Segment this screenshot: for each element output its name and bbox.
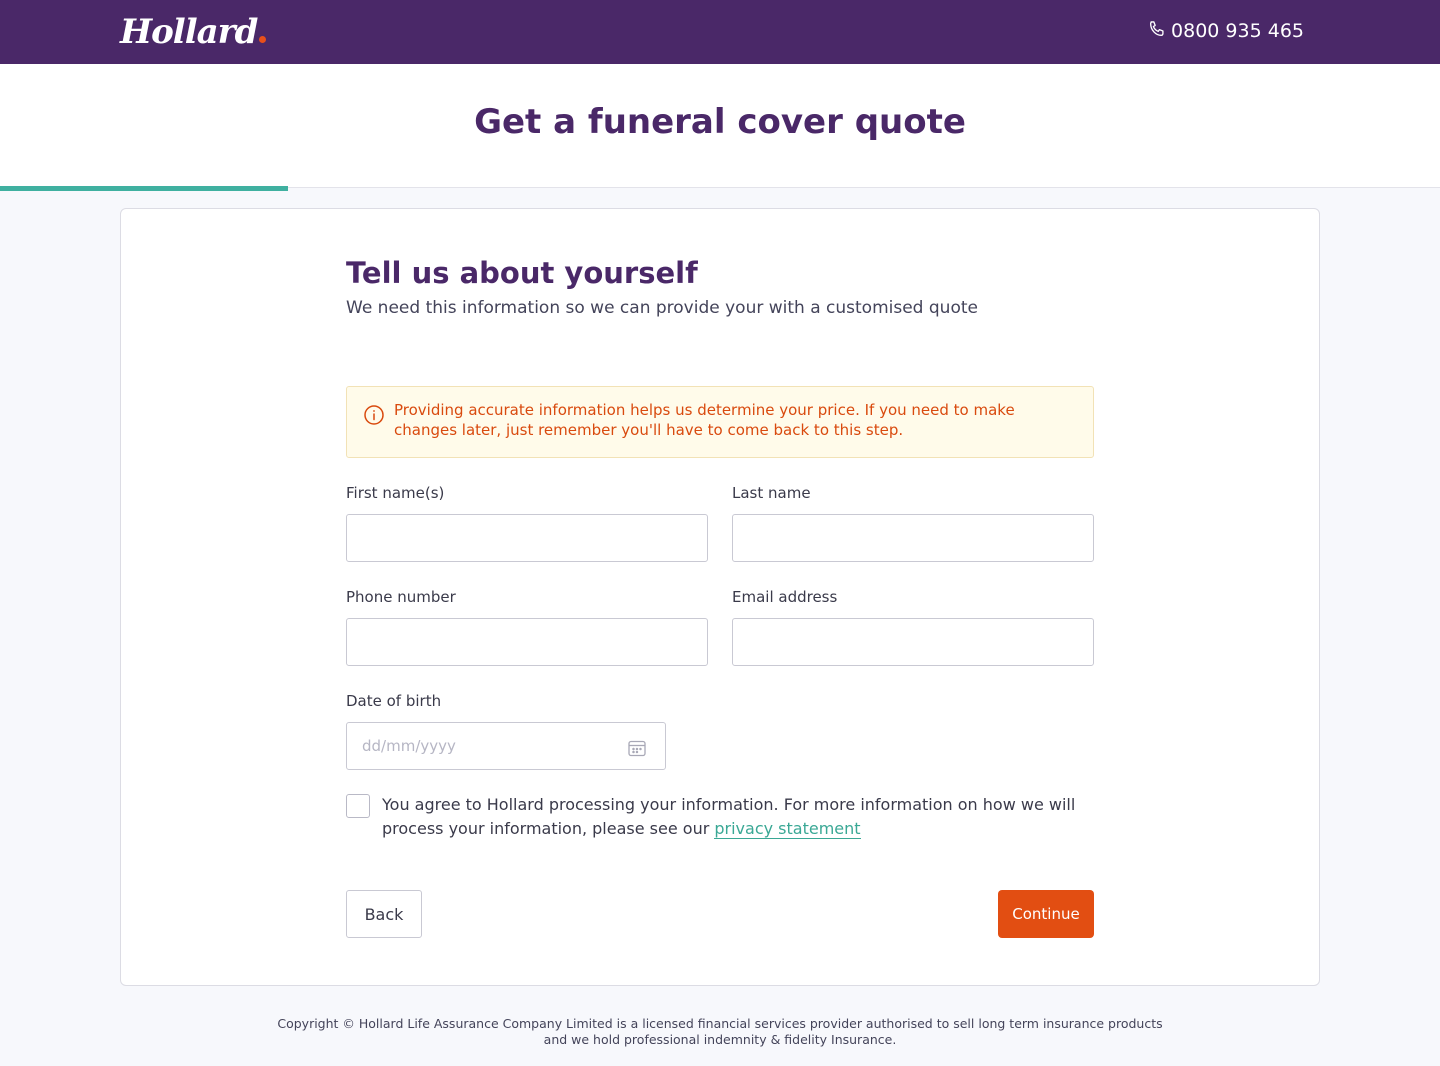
page-title: Get a funeral cover quote	[474, 102, 966, 142]
section-subtitle: We need this information so we can provi…	[346, 298, 978, 318]
notice-text: Providing accurate information helps us …	[394, 401, 1015, 439]
logo-text: Hollard	[120, 12, 258, 52]
privacy-statement-link[interactable]: privacy statement	[714, 819, 861, 839]
continue-button[interactable]: Continue	[998, 890, 1094, 938]
last-name-input[interactable]	[732, 514, 1094, 562]
calendar-icon[interactable]	[627, 738, 647, 758]
hollard-logo[interactable]: Hollard	[120, 12, 267, 52]
phone-icon	[1147, 19, 1167, 44]
back-button[interactable]: Back	[346, 890, 422, 938]
footer: Copyright © Hollard Life Assurance Compa…	[0, 1016, 1440, 1048]
section-title: Tell us about yourself	[346, 256, 698, 290]
consent-text: You agree to Hollard processing your inf…	[382, 793, 1094, 841]
logo-dot	[259, 36, 267, 43]
form-card: Tell us about yourself We need this info…	[120, 208, 1320, 986]
last-name-label: Last name	[732, 484, 811, 502]
dob-label: Date of birth	[346, 692, 442, 710]
phone-number-input[interactable]	[346, 618, 708, 666]
progress-fill	[0, 186, 288, 191]
info-notice: Providing accurate information helps us …	[346, 386, 1094, 458]
page-header: Get a funeral cover quote	[0, 64, 1440, 188]
footer-line-2: and we hold professional indemnity & fid…	[543, 1032, 897, 1047]
first-name-label: First name(s)	[346, 484, 445, 502]
email-label: Email address	[732, 588, 838, 606]
phone-number-label: Phone number	[346, 588, 456, 606]
top-bar: Hollard 0800 935 465	[0, 0, 1440, 64]
info-icon	[363, 404, 385, 426]
phone-contact[interactable]: 0800 935 465	[1147, 18, 1304, 44]
consent-checkbox[interactable]	[346, 794, 370, 818]
progress-bar	[0, 186, 1440, 192]
first-name-input[interactable]	[346, 514, 708, 562]
phone-number: 0800 935 465	[1171, 20, 1304, 42]
email-input[interactable]	[732, 618, 1094, 666]
footer-line-1: Copyright © Hollard Life Assurance Compa…	[277, 1016, 1163, 1031]
dob-input[interactable]	[346, 722, 666, 770]
